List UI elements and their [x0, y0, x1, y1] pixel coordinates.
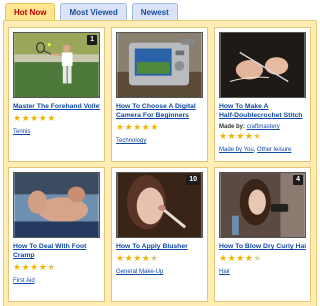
star-icon: ★ [227, 132, 236, 142]
author-link[interactable]: craftmastery [247, 124, 280, 130]
star-icon: ★ [141, 254, 150, 264]
star-icon: ★ [47, 114, 56, 124]
star-icon: ★ [21, 263, 30, 273]
video-thumbnail-tennis[interactable]: 1 [13, 32, 100, 98]
tab-bar: Hot Now Most Viewed Newest [5, 3, 178, 20]
star-icon: ★ [227, 254, 236, 264]
star-icon: ★ [150, 254, 159, 264]
video-thumbnail-crochet[interactable] [219, 32, 306, 98]
crochet-hands-image [220, 33, 305, 97]
star-icon: ★ [219, 254, 228, 264]
star-icon: ★ [236, 132, 245, 142]
category-link[interactable]: Other leisure [257, 147, 291, 153]
video-title-link[interactable]: How To Blow Dry Curly Hair [219, 242, 306, 251]
video-title-link[interactable]: How To Deal With Foot [13, 242, 100, 251]
star-icon: ★ [116, 123, 125, 133]
tab-hot-now[interactable]: Hot Now [5, 3, 56, 20]
star-icon: ★ [21, 114, 30, 124]
category-link[interactable]: Hair [219, 269, 230, 275]
star-icon: ★ [219, 132, 228, 142]
digital-camera-image [117, 33, 202, 97]
star-icon: ★ [244, 132, 253, 142]
video-thumbnail-camera[interactable] [116, 32, 203, 98]
star-icon: ★ [38, 263, 47, 273]
category-link[interactable]: First Aid [13, 278, 35, 284]
star-icon: ★ [253, 254, 262, 264]
star-icon: ★ [13, 114, 22, 124]
video-card: How To Deal With Foot Cramp ★ ★ ★ ★ ★ First … [8, 167, 105, 302]
video-grid-panel: 1 Master The Forehand Volley ★ ★ ★ ★ ★ Tenni… [3, 20, 317, 306]
video-card: How To Make A Half-Doublecrochet Stitch … [214, 27, 311, 162]
video-title-link-line2[interactable]: Camera For Beginners [116, 111, 203, 120]
star-icon: ★ [30, 263, 39, 273]
star-rating: ★ ★ ★ ★ ★ [13, 115, 100, 124]
video-thumbnail-foot[interactable] [13, 172, 100, 238]
video-title-link-line2[interactable]: Half-Doublecrochet Stitch [219, 111, 306, 120]
video-title-link[interactable]: How To Apply Blusher [116, 242, 203, 251]
star-icon: ★ [13, 263, 22, 273]
video-card: How To Choose A Digital Camera For Begin… [111, 27, 208, 162]
star-rating: ★ ★ ★ ★ ★ [13, 264, 100, 273]
video-count-badge: 1 [87, 35, 97, 45]
video-title-link-line2[interactable]: Cramp [13, 251, 100, 260]
video-title-link[interactable]: How To Choose A Digital [116, 102, 203, 111]
star-icon: ★ [244, 254, 253, 264]
star-rating: ★ ★ ★ ★ ★ [219, 133, 306, 142]
star-icon: ★ [133, 123, 142, 133]
star-icon: ★ [30, 114, 39, 124]
made-by-label: Made by: [219, 124, 246, 130]
category-link[interactable]: Technology [116, 138, 146, 144]
star-icon: ★ [150, 123, 159, 133]
tab-newest[interactable]: Newest [131, 3, 178, 20]
video-title-link[interactable]: How To Make A [219, 102, 306, 111]
video-thumbnail-blusher[interactable]: 10 [116, 172, 203, 238]
video-count-badge: 10 [186, 175, 200, 185]
category-link[interactable]: Made by You [219, 147, 254, 153]
tab-most-viewed[interactable]: Most Viewed [60, 3, 127, 20]
video-card: 4 How To Blow Dry Curly Hair ★ ★ ★ ★ ★ Hair [214, 167, 311, 302]
star-rating: ★ ★ ★ ★ ★ [116, 255, 203, 264]
star-icon: ★ [141, 123, 150, 133]
star-rating: ★ ★ ★ ★ ★ [219, 255, 306, 264]
category-link[interactable]: Tennis [13, 129, 30, 135]
foot-image [14, 173, 99, 237]
star-icon: ★ [116, 254, 125, 264]
category-link[interactable]: General Make-Up [116, 269, 163, 275]
video-count-badge: 4 [293, 175, 303, 185]
video-thumbnail-hair[interactable]: 4 [219, 172, 306, 238]
star-rating: ★ ★ ★ ★ ★ [116, 124, 203, 133]
star-icon: ★ [124, 123, 133, 133]
star-icon: ★ [124, 254, 133, 264]
star-icon: ★ [253, 132, 262, 142]
star-icon: ★ [133, 254, 142, 264]
star-icon: ★ [47, 263, 56, 273]
star-icon: ★ [236, 254, 245, 264]
video-card: 10 How To Apply Blusher ★ ★ ★ ★ ★ General Ma… [111, 167, 208, 302]
star-icon: ★ [38, 114, 47, 124]
video-title-link[interactable]: Master The Forehand Volley [13, 102, 100, 111]
video-card: 1 Master The Forehand Volley ★ ★ ★ ★ ★ Tenni… [8, 27, 105, 162]
